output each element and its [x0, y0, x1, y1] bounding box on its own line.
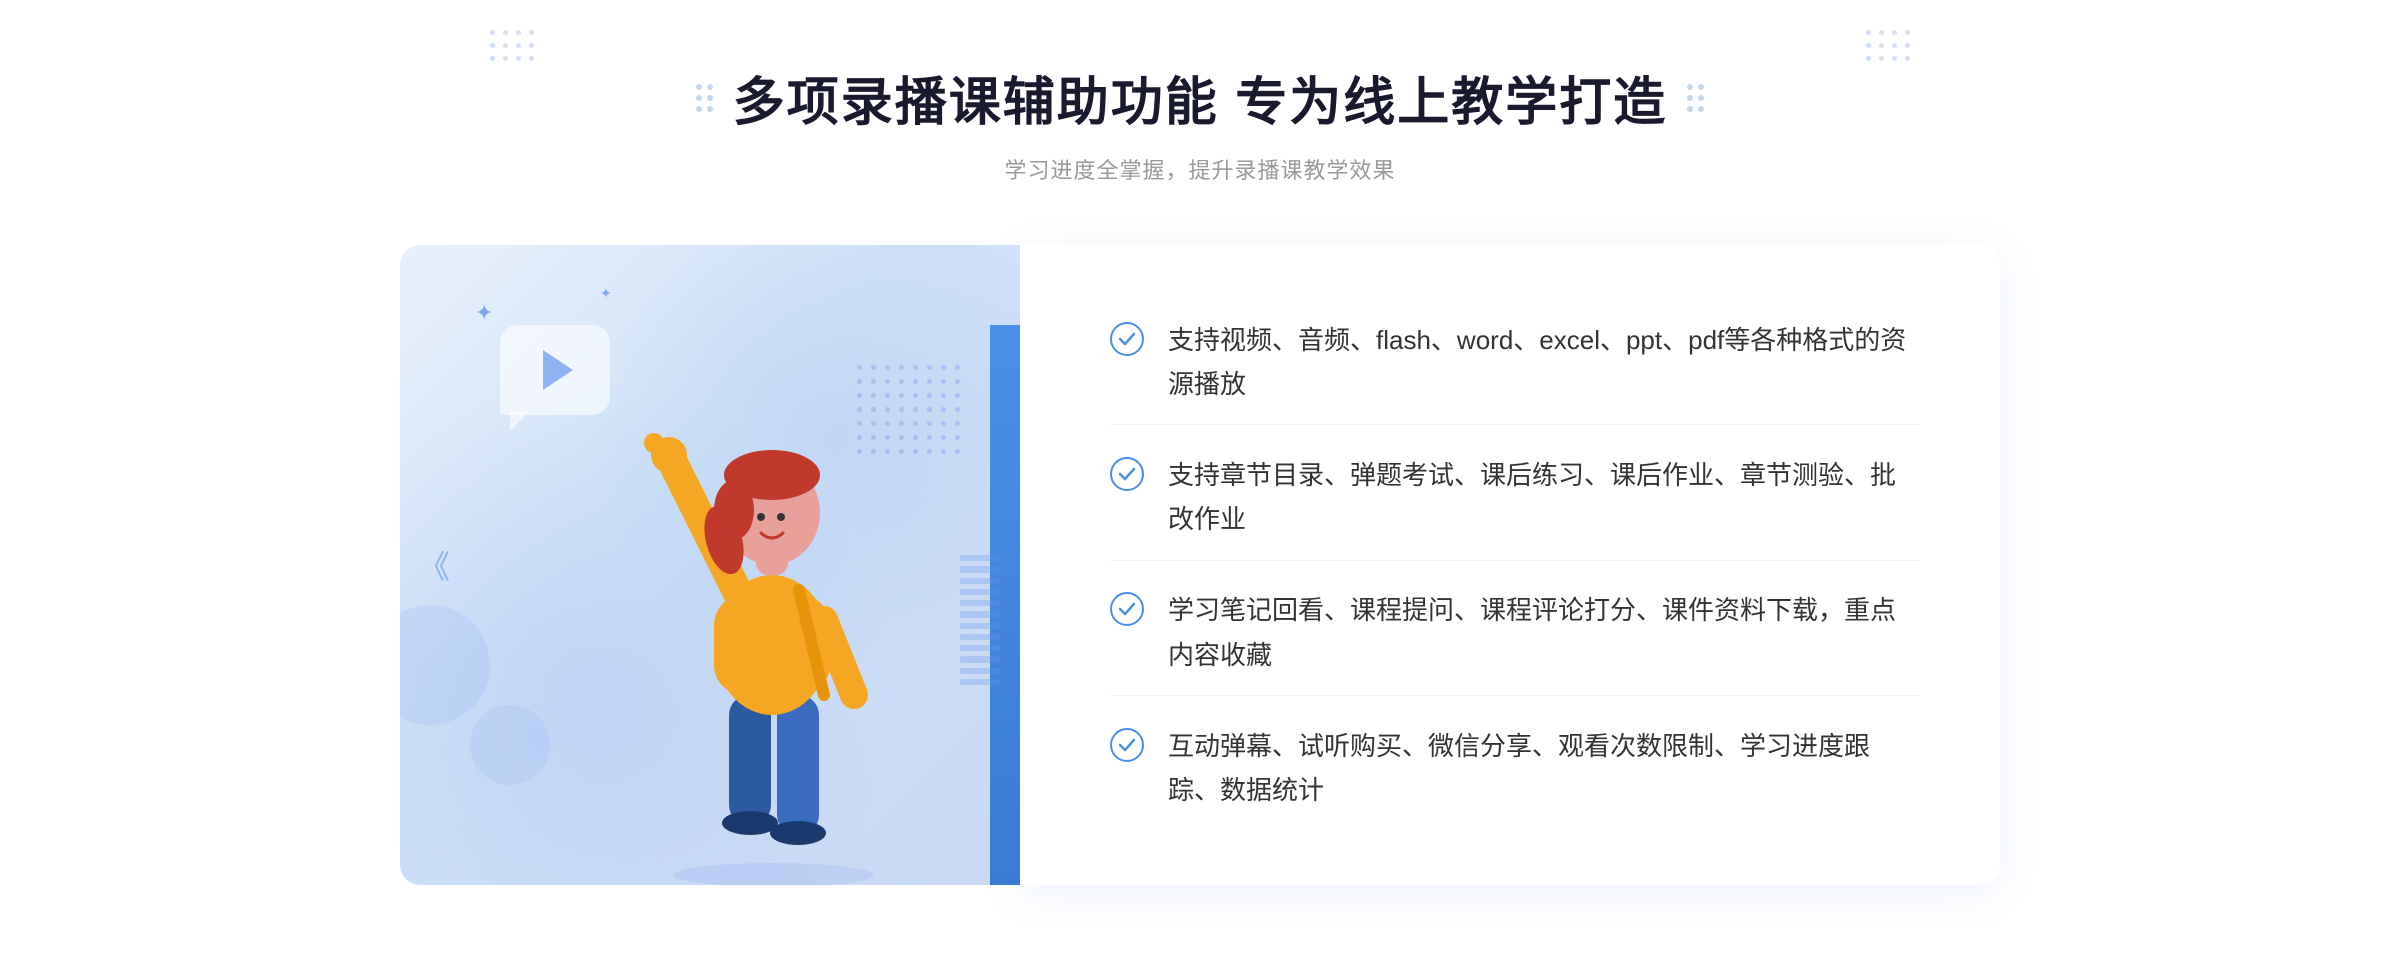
page-container: 多项录播课辅助功能 专为线上教学打造 学习进度全掌握，提升录播课教学效果	[0, 0, 2400, 974]
dots-decoration-left	[490, 30, 534, 61]
check-icon-1	[1110, 322, 1144, 356]
header: 多项录播课辅助功能 专为线上教学打造 学习进度全掌握，提升录播课教学效果	[696, 60, 1704, 185]
video-bubble	[500, 325, 610, 415]
page-title: 多项录播课辅助功能 专为线上教学打造	[733, 60, 1667, 135]
feature-item-2: 支持章节目录、弹题考试、课后练习、课后作业、章节测验、批改作业	[1110, 435, 1920, 560]
page-subtitle: 学习进度全掌握，提升录播课教学效果	[696, 153, 1704, 185]
chevron-left-icon: 《	[418, 542, 450, 588]
check-icon-3	[1110, 592, 1144, 626]
check-icon-2	[1110, 457, 1144, 491]
dots-decoration-right	[1866, 30, 1910, 61]
feature-text-3: 学习笔记回看、课程提问、课程评论打分、课件资料下载，重点内容收藏	[1168, 588, 1920, 676]
title-dots-left	[696, 84, 713, 112]
circle-decoration-2	[470, 705, 550, 785]
main-title-container: 多项录播课辅助功能 专为线上教学打造	[696, 60, 1704, 135]
play-icon	[543, 350, 573, 390]
feature-text-1: 支持视频、音频、flash、word、excel、ppt、pdf等各种格式的资源…	[1168, 318, 1920, 406]
content-area: ✦ ✦ 《	[400, 245, 2000, 885]
striped-decoration	[960, 555, 1000, 685]
feature-item-3: 学习笔记回看、课程提问、课程评论打分、课件资料下载，重点内容收藏	[1110, 570, 1920, 695]
check-icon-4	[1110, 728, 1144, 762]
sparkle-icon-2: ✦	[600, 285, 612, 302]
feature-text-4: 互动弹幕、试听购买、微信分享、观看次数限制、学习进度跟踪、数据统计	[1168, 724, 1920, 812]
title-dots-right	[1687, 84, 1704, 112]
features-panel: 支持视频、音频、flash、word、excel、ppt、pdf等各种格式的资源…	[1020, 245, 2000, 885]
feature-item-4: 互动弹幕、试听购买、微信分享、观看次数限制、学习进度跟踪、数据统计	[1110, 706, 1920, 830]
illustration-panel: ✦ ✦ 《	[400, 245, 1020, 885]
circle-decoration-1	[400, 605, 490, 725]
person-illustration	[614, 365, 934, 885]
sparkle-icon-1: ✦	[475, 300, 493, 326]
feature-text-2: 支持章节目录、弹题考试、课后练习、课后作业、章节测验、批改作业	[1168, 453, 1920, 541]
feature-item-1: 支持视频、音频、flash、word、excel、ppt、pdf等各种格式的资源…	[1110, 300, 1920, 425]
